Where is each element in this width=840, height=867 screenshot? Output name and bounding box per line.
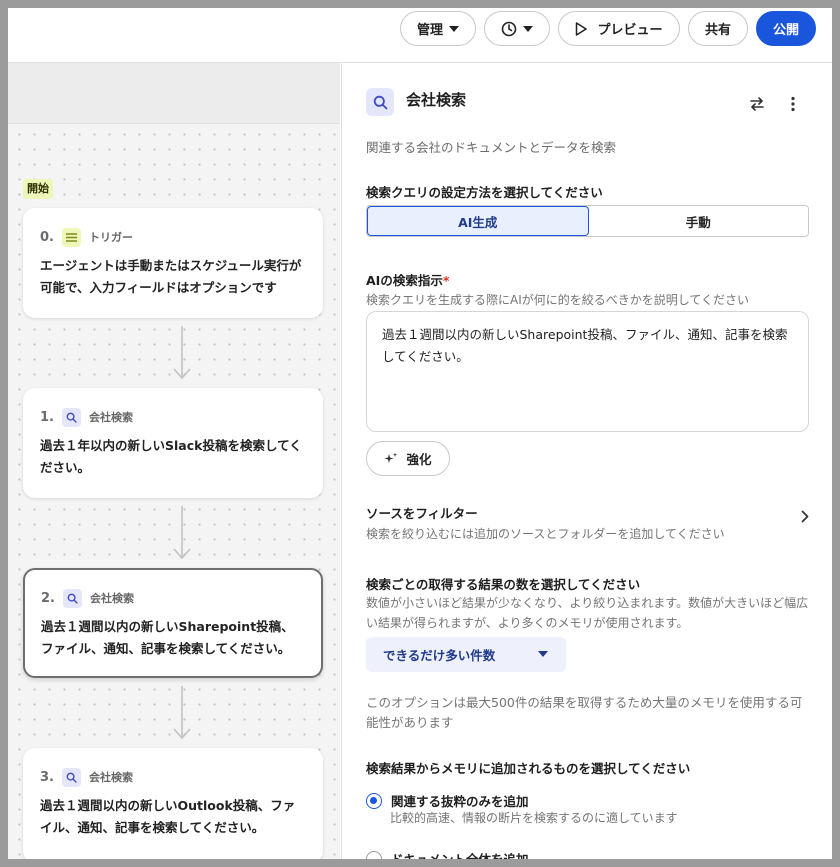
manage-button[interactable]: 管理	[400, 11, 476, 46]
more-vertical-icon	[791, 96, 795, 112]
caret-down-icon	[449, 25, 459, 32]
result-count-label: 検索ごとの取得する結果の数を選択してください	[366, 577, 641, 592]
workflow-step-2-selected[interactable]: 2. 会社検索 過去１週間以内の新しいSharepoint投稿、ファイル、通知、…	[23, 568, 323, 678]
result-count-select[interactable]: できるだけ多い件数	[366, 637, 566, 672]
list-icon	[62, 227, 81, 247]
connector-arrow	[173, 506, 191, 560]
chevron-right-icon	[801, 510, 809, 523]
connector-arrow	[173, 686, 191, 740]
result-count-help: 数値が小さいほど結果が少なくなり、より絞り込まれます。数値が大きいほど幅広い結果…	[366, 596, 809, 630]
workflow-step-3[interactable]: 3. 会社検索 過去１週間以内の新しいOutlook投稿、ファイル、通知、記事を…	[23, 748, 323, 859]
step-description: 過去１年以内の新しいSlack投稿を検索してください。	[40, 438, 302, 475]
query-mode-toggle: AI生成 手動	[366, 205, 809, 237]
result-count-value: できるだけ多い件数	[383, 648, 496, 663]
memory-option-label: ドキュメント全体を追加	[391, 849, 529, 859]
panel-title: 会社検索	[406, 91, 467, 109]
start-badge: 開始	[23, 179, 53, 199]
ai-instruction-help: 検索クエリを生成する際にAIが何に的を絞るべきかを説明してください	[366, 293, 750, 307]
step-number: 0.	[40, 229, 54, 245]
publish-button[interactable]: 公開	[756, 11, 816, 46]
top-toolbar: 管理 プレビュー 共有 公開	[8, 8, 832, 63]
workflow-step-trigger[interactable]: 0. トリガー エージェントは手動またはスケジュール実行が可能で、入力フィールド…	[23, 208, 323, 318]
filter-sources-row[interactable]: ソースをフィルター 検索を絞り込むには追加のソースとフォルダーを追加してください	[366, 503, 809, 545]
mode-manual-button[interactable]: 手動	[589, 206, 809, 236]
step-number: 2.	[41, 590, 55, 606]
clock-icon	[501, 21, 517, 36]
query-mode-label: 検索クエリの設定方法を選択してください	[366, 185, 603, 200]
mode-ai-button[interactable]: AI生成	[367, 206, 589, 236]
search-icon	[62, 767, 81, 787]
swap-icon	[750, 97, 764, 111]
step-description: 過去１週間以内の新しいOutlook投稿、ファイル、通知、記事を検索してください…	[40, 798, 296, 835]
search-icon	[366, 88, 394, 116]
step-type: 会社検索	[89, 771, 133, 784]
ai-instruction-input[interactable]: 過去１週間以内の新しいSharepoint投稿、ファイル、通知、記事を検索してく…	[366, 311, 809, 432]
step-number: 3.	[40, 769, 54, 785]
app-frame: 管理 プレビュー 共有 公開 開始 0. トリガー エージェントは手動またはスケ…	[8, 8, 832, 859]
workflow-step-1[interactable]: 1. 会社検索 過去１年以内の新しいSlack投稿を検索してください。	[23, 388, 323, 498]
caret-down-icon	[538, 651, 548, 657]
result-count-note: このオプションは最大500件の結果を取得するため大量のメモリを使用する可能性があ…	[366, 695, 803, 730]
step-number: 1.	[40, 409, 54, 425]
more-options-button[interactable]	[782, 93, 804, 115]
step-description: エージェントは手動またはスケジュール実行が可能で、入力フィールドはオプションです	[40, 258, 302, 295]
ai-instruction-label-text: AIの検索指示	[366, 273, 443, 288]
memory-option-help: 比較的高速、情報の断片を検索するのに適しています	[390, 811, 678, 825]
caret-down-icon	[523, 25, 533, 32]
share-label: 共有	[704, 23, 731, 38]
radio-selected-icon	[366, 792, 382, 809]
play-icon	[576, 21, 588, 36]
canvas-header	[8, 63, 340, 124]
enhance-label: 強化	[406, 452, 432, 467]
connector-arrow	[173, 326, 191, 380]
search-icon	[62, 407, 81, 427]
step-settings-panel: 会社検索 関連する会社のドキュメントとデータを検索 検索クエリの設定方法を選択し…	[341, 63, 832, 859]
share-button[interactable]: 共有	[688, 11, 748, 46]
preview-label: プレビュー	[597, 23, 663, 38]
panel-description: 関連する会社のドキュメントとデータを検索	[366, 140, 617, 155]
step-type: トリガー	[89, 231, 133, 244]
filter-help: 検索を絞り込むには追加のソースとフォルダーを追加してください	[366, 527, 725, 541]
step-description: 過去１週間以内の新しいSharepoint投稿、ファイル、通知、記事を検索してく…	[41, 619, 294, 656]
manage-label: 管理	[416, 23, 443, 38]
publish-label: 公開	[772, 23, 799, 38]
history-button[interactable]	[484, 11, 550, 46]
step-type: 会社検索	[89, 411, 133, 424]
required-mark: *	[442, 273, 450, 288]
enhance-button[interactable]: 強化	[366, 441, 450, 476]
swap-button[interactable]	[746, 93, 768, 115]
memory-option-full-document[interactable]: ドキュメント全体を追加	[366, 849, 529, 859]
step-type: 会社検索	[90, 592, 134, 605]
sparkle-icon	[384, 452, 398, 463]
ai-instruction-label: AIの検索指示*	[366, 270, 449, 289]
radio-unselected-icon	[366, 850, 382, 859]
memory-label: 検索結果からメモリに追加されるものを選択してください	[366, 761, 691, 776]
preview-button[interactable]: プレビュー	[558, 11, 680, 46]
workflow-canvas[interactable]: 開始 0. トリガー エージェントは手動またはスケジュール実行が可能で、入力フィ…	[8, 63, 340, 859]
search-icon	[63, 588, 82, 608]
filter-title: ソースをフィルター	[366, 506, 478, 521]
